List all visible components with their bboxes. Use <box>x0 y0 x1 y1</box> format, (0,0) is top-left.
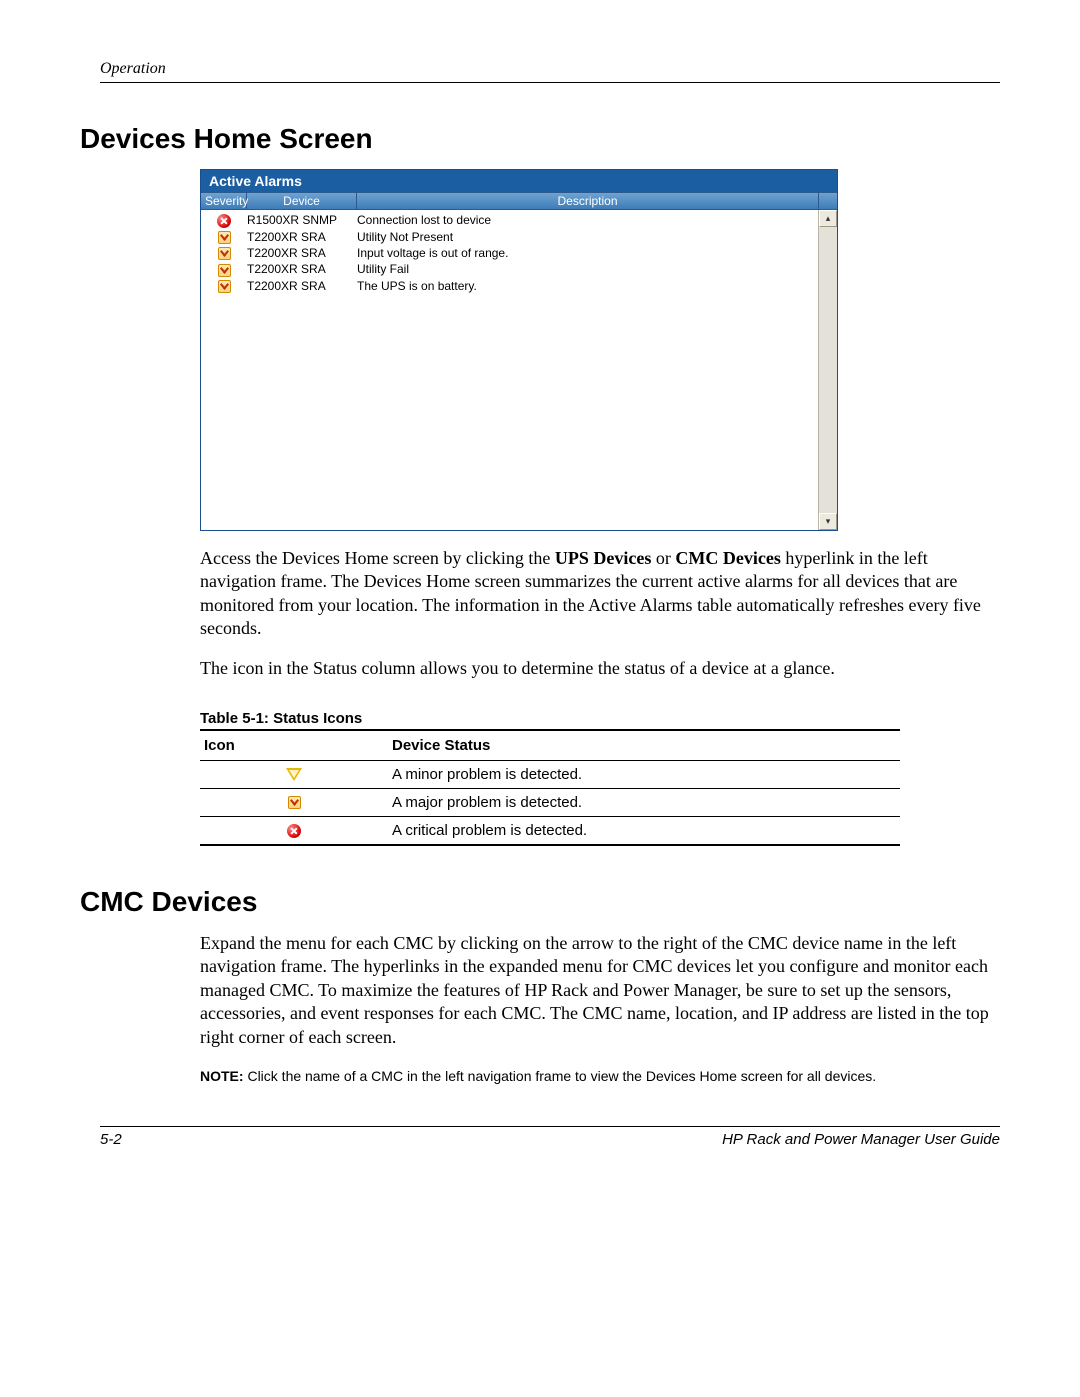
text: or <box>651 548 675 568</box>
alarm-device: R1500XR SNMP <box>247 213 357 228</box>
critical-icon <box>287 824 301 838</box>
alarm-device: T2200XR SRA <box>247 230 357 244</box>
alarm-row[interactable]: T2200XR SRA Utility Not Present <box>201 229 818 245</box>
alarm-description: The UPS is on battery. <box>357 279 818 293</box>
ups-devices-link-ref: UPS Devices <box>555 548 651 568</box>
status-text: A major problem is detected. <box>388 788 900 816</box>
page-footer: 5-2 HP Rack and Power Manager User Guide <box>100 1126 1000 1148</box>
page-header: Operation <box>100 60 1000 83</box>
heading-devices-home: Devices Home Screen <box>80 123 1000 155</box>
col-header-device[interactable]: Device <box>247 193 357 209</box>
table-row: A major problem is detected. <box>200 788 900 816</box>
alarm-row[interactable]: T2200XR SRA Utility Fail <box>201 261 818 277</box>
paragraph: Access the Devices Home screen by clicki… <box>200 547 1000 641</box>
table-caption: Table 5-1: Status Icons <box>200 710 1000 727</box>
major-icon <box>218 280 231 293</box>
status-text: A minor problem is detected. <box>388 760 900 788</box>
alarm-device: T2200XR SRA <box>247 262 357 276</box>
alarm-row[interactable]: T2200XR SRA Input voltage is out of rang… <box>201 245 818 261</box>
col-header-description[interactable]: Description <box>357 193 819 209</box>
alarm-description: Utility Not Present <box>357 230 818 244</box>
alarm-row[interactable]: R1500XR SNMP Connection lost to device <box>201 212 818 229</box>
active-alarms-panel: Active Alarms Severity Device Descriptio… <box>200 169 838 531</box>
critical-icon <box>217 214 231 228</box>
text: Access the Devices Home screen by clicki… <box>200 548 555 568</box>
active-alarms-title: Active Alarms <box>201 170 837 192</box>
minor-icon <box>286 768 302 782</box>
paragraph: Expand the menu for each CMC by clicking… <box>200 932 1000 1049</box>
major-icon <box>218 231 231 244</box>
note-label: NOTE: <box>200 1068 244 1084</box>
alarm-rows: R1500XR SNMP Connection lost to device T… <box>201 210 818 530</box>
status-icons-table: Icon Device Status A minor problem is de… <box>200 729 900 846</box>
section-name: Operation <box>100 60 166 77</box>
status-text: A critical problem is detected. <box>388 816 900 845</box>
alarm-device: T2200XR SRA <box>247 246 357 260</box>
doc-title: HP Rack and Power Manager User Guide <box>722 1131 1000 1148</box>
alarm-row[interactable]: T2200XR SRA The UPS is on battery. <box>201 278 818 294</box>
note-block: NOTE: Click the name of a CMC in the lef… <box>200 1067 1000 1086</box>
table-row: A critical problem is detected. <box>200 816 900 845</box>
heading-cmc-devices: CMC Devices <box>80 886 1000 918</box>
scrollbar[interactable]: ▴ ▾ <box>818 210 837 530</box>
major-icon <box>288 796 301 809</box>
table-row: A minor problem is detected. <box>200 760 900 788</box>
note-text: Click the name of a CMC in the left navi… <box>244 1068 877 1084</box>
page-number: 5-2 <box>100 1131 122 1148</box>
alarm-device: T2200XR SRA <box>247 279 357 293</box>
scroll-up-button[interactable]: ▴ <box>819 210 837 227</box>
th-status: Device Status <box>388 731 900 761</box>
col-header-severity[interactable]: Severity <box>201 193 247 209</box>
th-icon: Icon <box>200 731 388 761</box>
paragraph: The icon in the Status column allows you… <box>200 657 1000 680</box>
major-icon <box>218 264 231 277</box>
alarm-description: Utility Fail <box>357 262 818 276</box>
scroll-down-button[interactable]: ▾ <box>819 513 837 530</box>
cmc-devices-link-ref: CMC Devices <box>675 548 780 568</box>
alarm-header-row: Severity Device Description <box>201 192 837 210</box>
major-icon <box>218 247 231 260</box>
alarm-description: Connection lost to device <box>357 213 818 228</box>
alarm-description: Input voltage is out of range. <box>357 246 818 260</box>
